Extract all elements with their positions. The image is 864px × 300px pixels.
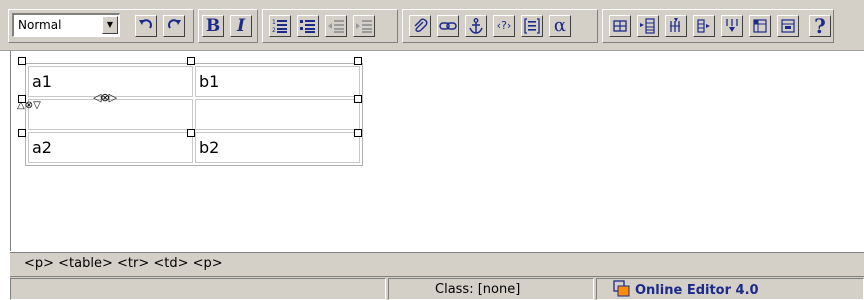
numbered-list-icon: 12 <box>272 19 287 34</box>
table-row <box>28 99 360 130</box>
redo-arrow-icon <box>168 19 181 29</box>
status-cell-brand: Online Editor 4.0 <box>596 278 864 300</box>
chevron-down-icon[interactable]: ▼ <box>102 16 118 34</box>
table-properties-icon <box>753 19 767 33</box>
table-cell-b1[interactable]: b1 <box>195 66 360 97</box>
split-cell-button[interactable] <box>693 15 715 37</box>
special-char-button[interactable]: α <box>549 15 571 37</box>
resize-handle-top-right[interactable] <box>354 57 362 65</box>
table-icon <box>613 20 627 32</box>
insert-column-icon <box>670 18 680 32</box>
format-select-value: Normal <box>18 18 62 32</box>
table-cell-b2[interactable]: b2 <box>195 132 360 163</box>
indent-icon <box>356 20 372 33</box>
outdent-icon <box>328 20 344 33</box>
indent-button[interactable] <box>353 15 375 37</box>
bullet-list-icon <box>300 20 315 33</box>
resize-handle-bottom-right[interactable] <box>354 129 362 137</box>
insert-col-button[interactable] <box>665 15 687 37</box>
split-cell-icon <box>697 19 710 33</box>
format-group: Normal ▼ <box>8 9 194 43</box>
format-select[interactable]: Normal ▼ <box>12 13 120 37</box>
insert-group: ‹?› α <box>402 9 598 43</box>
text-style-group: B I <box>198 9 258 43</box>
list-group: 12 <box>262 9 398 43</box>
merge-cell-icon <box>726 19 738 32</box>
svg-text:2: 2 <box>272 27 276 34</box>
help-button[interactable]: ? <box>809 15 831 37</box>
chain-link-icon <box>439 22 457 30</box>
cell-properties-icon <box>781 19 795 33</box>
content-table[interactable]: a1 b1 a2 b2 <box>25 63 363 166</box>
align-box-button[interactable] <box>521 15 543 37</box>
status-cell-empty <box>10 278 386 300</box>
anchor-icon <box>469 18 483 34</box>
edit-area[interactable]: a1 b1 a2 b2 ◁⊗▷ △⊗▽ <box>10 51 864 251</box>
insert-table-button[interactable] <box>609 15 631 37</box>
element-path-bar: <p> <table> <tr> <td> <p> <box>10 252 864 276</box>
insert-row-button[interactable] <box>637 15 659 37</box>
italic-button[interactable]: I <box>230 15 252 37</box>
row-resize-icon[interactable]: △⊗▽ <box>17 101 41 111</box>
table-row: a1 b1 <box>28 66 360 97</box>
class-label: Class: [none] <box>435 282 521 297</box>
svg-text:1: 1 <box>272 19 276 26</box>
table-cell-a2[interactable]: a2 <box>28 132 193 163</box>
paperclip-icon <box>414 18 428 33</box>
bracket-text-icon <box>524 18 540 34</box>
code-button[interactable]: ‹?› <box>493 15 515 37</box>
link-button[interactable] <box>437 15 459 37</box>
table-group: ? <box>602 9 834 43</box>
ordered-list-button[interactable]: 12 <box>269 15 291 37</box>
outdent-button[interactable] <box>325 15 347 37</box>
merge-cell-button[interactable] <box>721 15 743 37</box>
redo-button[interactable] <box>163 15 185 37</box>
unordered-list-button[interactable] <box>297 15 319 37</box>
status-cell-class: Class: [none] <box>388 278 594 300</box>
table-cell-empty-right[interactable] <box>195 99 360 130</box>
element-path[interactable]: <p> <table> <tr> <td> <p> <box>24 256 223 271</box>
resize-handle-bottom-left[interactable] <box>18 129 26 137</box>
attach-button[interactable] <box>409 15 431 37</box>
insert-row-icon <box>640 18 655 34</box>
editor-logo-icon <box>613 280 630 297</box>
resize-handle-mid-right[interactable] <box>354 95 362 103</box>
toolbar: Normal ▼ B I 12 ‹?› α ? <box>0 0 864 51</box>
column-resize-icon[interactable]: ◁⊗▷ <box>93 91 117 104</box>
resize-handle-top-mid[interactable] <box>187 57 195 65</box>
anchor-button[interactable] <box>465 15 487 37</box>
status-bar: Class: [none] Online Editor 4.0 <box>10 276 864 300</box>
resize-handle-bottom-mid[interactable] <box>187 129 195 137</box>
resize-handle-top-left[interactable] <box>18 57 26 65</box>
brand-label: Online Editor 4.0 <box>635 283 759 298</box>
undo-button[interactable] <box>135 15 157 37</box>
bold-button[interactable]: B <box>202 15 224 37</box>
table-props-button[interactable] <box>749 15 771 37</box>
undo-arrow-icon <box>139 19 152 29</box>
online-editor: Normal ▼ B I 12 ‹?› α ? a1 b1 a2 b2 ◁⊗▷ … <box>0 0 864 300</box>
cell-props-button[interactable] <box>777 15 799 37</box>
